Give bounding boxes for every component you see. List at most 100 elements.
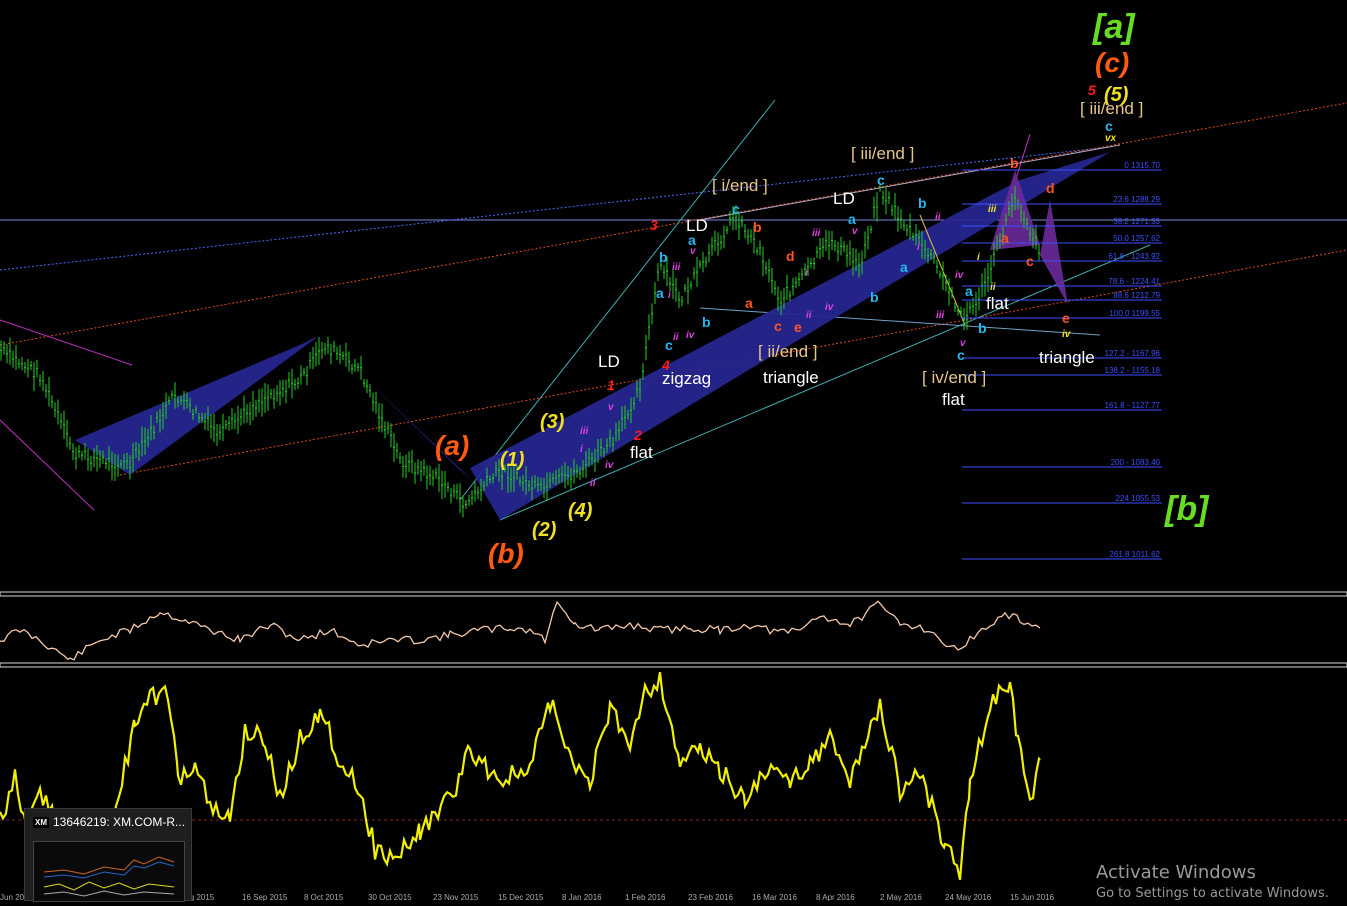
minor-label-c: c (957, 347, 965, 363)
activate-windows-watermark: Activate Windows Go to Settings to activ… (1096, 862, 1329, 901)
roman-label-i-yellow: i (977, 252, 980, 263)
minor-label-b-red: b (1010, 155, 1019, 171)
wave-label-red-1: 1 (607, 377, 615, 393)
annotation-zigzag: zigzag (662, 369, 711, 388)
thumbnail-chart-image (43, 856, 175, 897)
roman-label-iv: iv (686, 330, 696, 341)
minor-label-b: b (978, 320, 987, 336)
oscillator-upper-line[interactable] (0, 600, 1041, 661)
roman-label-iii: iii (936, 310, 945, 321)
minor-label-a-red: a (1001, 230, 1009, 246)
magenta-trendline-2[interactable] (0, 419, 95, 511)
roman-label-ii: ii (935, 212, 941, 223)
date-axis-label: 2 May 2016 (880, 893, 922, 901)
minor-label-b: b (702, 314, 711, 330)
roman-label-vx-yellow: vx (1105, 133, 1117, 144)
wave-label-5-red: 5 (1088, 82, 1096, 98)
roman-label-i: i (805, 268, 808, 279)
date-axis-label: Jun 20 (0, 893, 25, 901)
wave-label-1: (1) (500, 449, 525, 471)
thumbnail-title: XM 13646219: XM.COM-R... (33, 815, 185, 829)
fib-level-label: 261.8 1011.62 (1109, 550, 1160, 559)
wave-label-major-b: [b] (1164, 490, 1210, 528)
minor-label-a: a (848, 211, 856, 227)
chart-window[interactable]: 0 1315.70 23.6 1288.29 38.2 1271.33 50.0 12… (0, 0, 1347, 902)
roman-label-iii: iii (580, 426, 589, 437)
fib-level-label: 50.0 1257.62 (1113, 234, 1160, 243)
fib-level-label: 23.6 1288.29 (1113, 195, 1160, 204)
roman-label-v: v (690, 246, 697, 257)
wave-label-3: (3) (540, 411, 565, 433)
roman-label-iii: iii (812, 228, 821, 239)
wave-label-c: (c) (1095, 47, 1129, 78)
roman-label-iii: iii (672, 262, 681, 273)
minor-label-d-red: d (1046, 180, 1055, 196)
date-axis-label: 16 Mar 2016 (752, 893, 797, 901)
magenta-trendline[interactable] (0, 319, 133, 366)
minor-label-e-red: e (1062, 310, 1070, 326)
minor-label-b: b (870, 289, 879, 305)
price-chart[interactable]: 0 1315.70 23.6 1288.29 38.2 1271.33 50.0 12… (0, 0, 1347, 902)
wave-label-red-3: 3 (650, 217, 658, 233)
xm-logo-icon: XM (33, 817, 49, 828)
date-axis-label: 23 Nov 2015 (433, 893, 479, 901)
roman-label-iii-yellow: iii (988, 204, 997, 215)
date-axis-label: 30 Oct 2015 (368, 893, 412, 901)
thumbnail-chart-preview (33, 841, 185, 902)
annotation-ld-1: LD (598, 352, 620, 371)
panel-separator-2[interactable] (0, 662, 1347, 668)
minor-label-e-red: e (794, 319, 802, 335)
fib-level-label: 61.8 - 1243.92 (1108, 252, 1160, 261)
thumbnail-title-text: 13646219: XM.COM-R... (53, 815, 186, 829)
annotation-ld-3: LD (833, 189, 855, 208)
minor-label-b: b (659, 249, 668, 265)
minor-label-a-red: a (745, 295, 753, 311)
fib-level-label: 200 - 1083.40 (1111, 458, 1161, 467)
minor-label-a: a (965, 283, 973, 299)
annotation-triangle-2: triangle (1039, 348, 1095, 367)
wave-label-a: (a) (435, 430, 469, 461)
fib-level-label: 224 1055.53 (1116, 494, 1161, 503)
wave-label-2: (2) (532, 519, 557, 541)
minor-label-c: c (665, 337, 673, 353)
annotation-triangle-1: triangle (763, 368, 819, 387)
minor-label-c-red: c (774, 318, 782, 334)
annotation-iii-end-1: [ iii/end ] (851, 144, 914, 163)
watermark-subtitle: Go to Settings to activate Windows. (1096, 886, 1329, 901)
fib-level-label: 138.2 - 1155.18 (1105, 366, 1161, 375)
roman-label-i: i (668, 290, 671, 301)
fib-level-label: 0 1315.70 (1124, 161, 1160, 170)
roman-label-iv: iv (605, 460, 615, 471)
date-axis-label: 8 Apr 2016 (816, 893, 855, 901)
panel-separator-1[interactable] (0, 591, 1347, 597)
date-axis-label: 24 May 2016 (945, 893, 992, 901)
taskbar-thumbnail-preview[interactable]: XM 13646219: XM.COM-R... (24, 808, 192, 902)
annotation-flat-1: flat (630, 443, 653, 462)
minor-label-c-red: c (1026, 253, 1034, 269)
roman-label-ii: ii (590, 478, 596, 489)
annotation-i-end: [ i/end ] (712, 176, 768, 195)
roman-label-iv: iv (955, 270, 965, 281)
date-axis-label: 15 Dec 2015 (498, 893, 544, 901)
fib-level-label: 78.6 - 1224.41 (1108, 277, 1160, 286)
wave-label-4: (4) (568, 500, 593, 522)
minor-label-c: c (732, 201, 740, 217)
wave-label-major-a: [a] (1092, 8, 1136, 46)
roman-label-ii: ii (673, 332, 679, 343)
roman-label-iv-yellow: iv (1062, 329, 1072, 340)
annotation-ii-end: [ ii/end ] (758, 342, 818, 361)
minor-label-c: c (877, 172, 885, 188)
roman-label-ii: ii (806, 310, 812, 321)
annotation-iii-end-2: [ iii/end ] (1080, 99, 1143, 118)
fib-level-label: 161.8 - 1127.77 (1105, 401, 1161, 410)
roman-label-v: v (852, 226, 859, 237)
minor-label-c: c (1105, 118, 1113, 134)
roman-label-iv: iv (825, 302, 835, 313)
date-axis-label: 8 Jan 2016 (562, 893, 602, 901)
annotation-iv-end: [ iv/end ] (922, 368, 986, 387)
minor-label-b-red: b (753, 219, 762, 235)
fib-level-label: 100.0 1199.55 (1109, 309, 1160, 318)
minor-label-b: b (918, 195, 927, 211)
roman-label-i: i (917, 242, 920, 253)
wave-label-red-2: 2 (633, 427, 642, 443)
